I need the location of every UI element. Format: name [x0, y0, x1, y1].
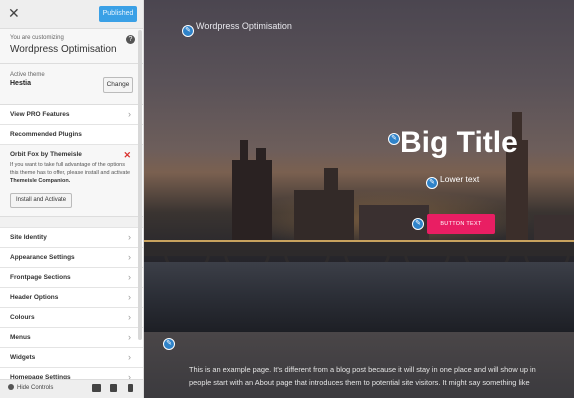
edit-shortcut-icon[interactable]: ✎	[182, 25, 194, 37]
sidebar-item-label: Appearance Settings	[10, 254, 75, 261]
change-theme-button[interactable]: Change	[103, 77, 133, 93]
content-line: people start with an About page that int…	[189, 378, 530, 387]
close-icon[interactable]: ✕	[8, 6, 20, 20]
hero-title[interactable]: Big Title	[400, 126, 518, 160]
site-name[interactable]: Wordpress Optimisation	[196, 21, 292, 31]
building-spire	[324, 168, 338, 198]
customizing-label: You are customizing	[10, 35, 64, 41]
desktop-preview-icon[interactable]	[92, 384, 101, 392]
sidebar-item-label: Frontpage Sections	[10, 274, 71, 281]
mobile-preview-icon[interactable]	[128, 384, 133, 392]
customizer-sidebar: ✕ Published You are customizing Wordpres…	[0, 0, 144, 398]
sidebar-item-site-identity[interactable]: Site Identity ›	[0, 228, 143, 248]
page-content-text: This is an example page. It's different …	[189, 363, 574, 389]
sidebar-item-label: Site Identity	[10, 234, 47, 241]
sidebar-scrollbar[interactable]	[138, 30, 142, 340]
customizing-info: You are customizing Wordpress Optimisati…	[0, 29, 143, 64]
sidebar-item-label: Colours	[10, 314, 35, 321]
help-icon[interactable]: ?	[126, 35, 135, 44]
tablet-preview-icon[interactable]	[110, 384, 117, 392]
chevron-right-icon: ›	[128, 312, 131, 322]
orbit-fox-text: If you want to take full advantage of th…	[10, 161, 133, 185]
edit-shortcut-icon[interactable]: ✎	[412, 218, 424, 230]
orbit-fox-text-bold: Themeisle Companion.	[10, 178, 71, 184]
dismiss-icon[interactable]: ✕	[123, 150, 131, 161]
hide-controls-label: Hide Controls	[17, 385, 54, 391]
sidebar-item-widgets[interactable]: Widgets ›	[0, 348, 143, 368]
orbit-fox-notice: Orbit Fox by Themeisle ✕ If you want to …	[0, 145, 143, 217]
sidebar-item-label: Widgets	[10, 354, 36, 361]
hide-controls-button[interactable]: Hide Controls	[8, 384, 53, 391]
collapse-icon	[8, 384, 14, 390]
sidebar-item-label: View PRO Features	[10, 111, 70, 118]
hero-subtitle[interactable]: Lower text	[440, 174, 479, 184]
edit-shortcut-icon[interactable]: ✎	[388, 133, 400, 145]
chevron-right-icon: ›	[128, 272, 131, 282]
orbit-fox-text-main: If you want to take full advantage of th…	[10, 162, 131, 176]
customizer-window: ✕ Published You are customizing Wordpres…	[0, 0, 574, 398]
publish-button[interactable]: Published	[99, 6, 137, 22]
sidebar-item-label: Recommended Plugins	[10, 131, 82, 138]
parliament-tower	[240, 140, 248, 170]
sidebar-item-header-options[interactable]: Header Options ›	[0, 288, 143, 308]
chevron-right-icon: ›	[128, 252, 131, 262]
site-title: Wordpress Optimisation	[10, 44, 117, 55]
parliament-building	[232, 160, 272, 242]
sidebar-item-frontpage-sections[interactable]: Frontpage Sections ›	[0, 268, 143, 288]
sidebar-item-appearance-settings[interactable]: Appearance Settings ›	[0, 248, 143, 268]
section-divider	[0, 217, 143, 228]
river-water	[144, 262, 574, 332]
sidebar-item-view-pro-features[interactable]: View PRO Features ›	[0, 105, 143, 125]
chevron-right-icon: ›	[128, 332, 131, 342]
sidebar-item-colours[interactable]: Colours ›	[0, 308, 143, 328]
edit-shortcut-icon[interactable]: ✎	[163, 338, 175, 350]
hero-button[interactable]: BUTTON TEXT	[427, 214, 495, 234]
sidebar-item-label: Header Options	[10, 294, 59, 301]
chevron-right-icon: ›	[128, 232, 131, 242]
chevron-right-icon: ›	[128, 292, 131, 302]
chevron-right-icon: ›	[128, 109, 131, 119]
chevron-right-icon: ›	[128, 352, 131, 362]
edit-shortcut-icon[interactable]: ✎	[426, 177, 438, 189]
hero-background-image: ✎ Wordpress Optimisation ✎ Big Title ✎ L…	[144, 0, 574, 332]
content-line: This is an example page. It's different …	[189, 365, 536, 374]
page-content-section: ✎ This is an example page. It's differen…	[144, 332, 574, 398]
install-activate-button[interactable]: Install and Activate	[10, 193, 73, 208]
site-preview: ✎ Wordpress Optimisation ✎ Big Title ✎ L…	[144, 0, 574, 398]
sidebar-header: ✕ Published	[0, 0, 143, 29]
active-theme-box: Active theme Hestia Change	[0, 64, 143, 105]
sidebar-item-label: Menus	[10, 334, 31, 341]
orbit-fox-title: Orbit Fox by Themeisle	[10, 151, 82, 158]
parliament-tower	[256, 148, 266, 170]
sidebar-footer: Hide Controls	[0, 379, 143, 398]
building	[534, 215, 574, 242]
sidebar-item-menus[interactable]: Menus ›	[0, 328, 143, 348]
sidebar-item-recommended-plugins[interactable]: Recommended Plugins	[0, 125, 143, 145]
